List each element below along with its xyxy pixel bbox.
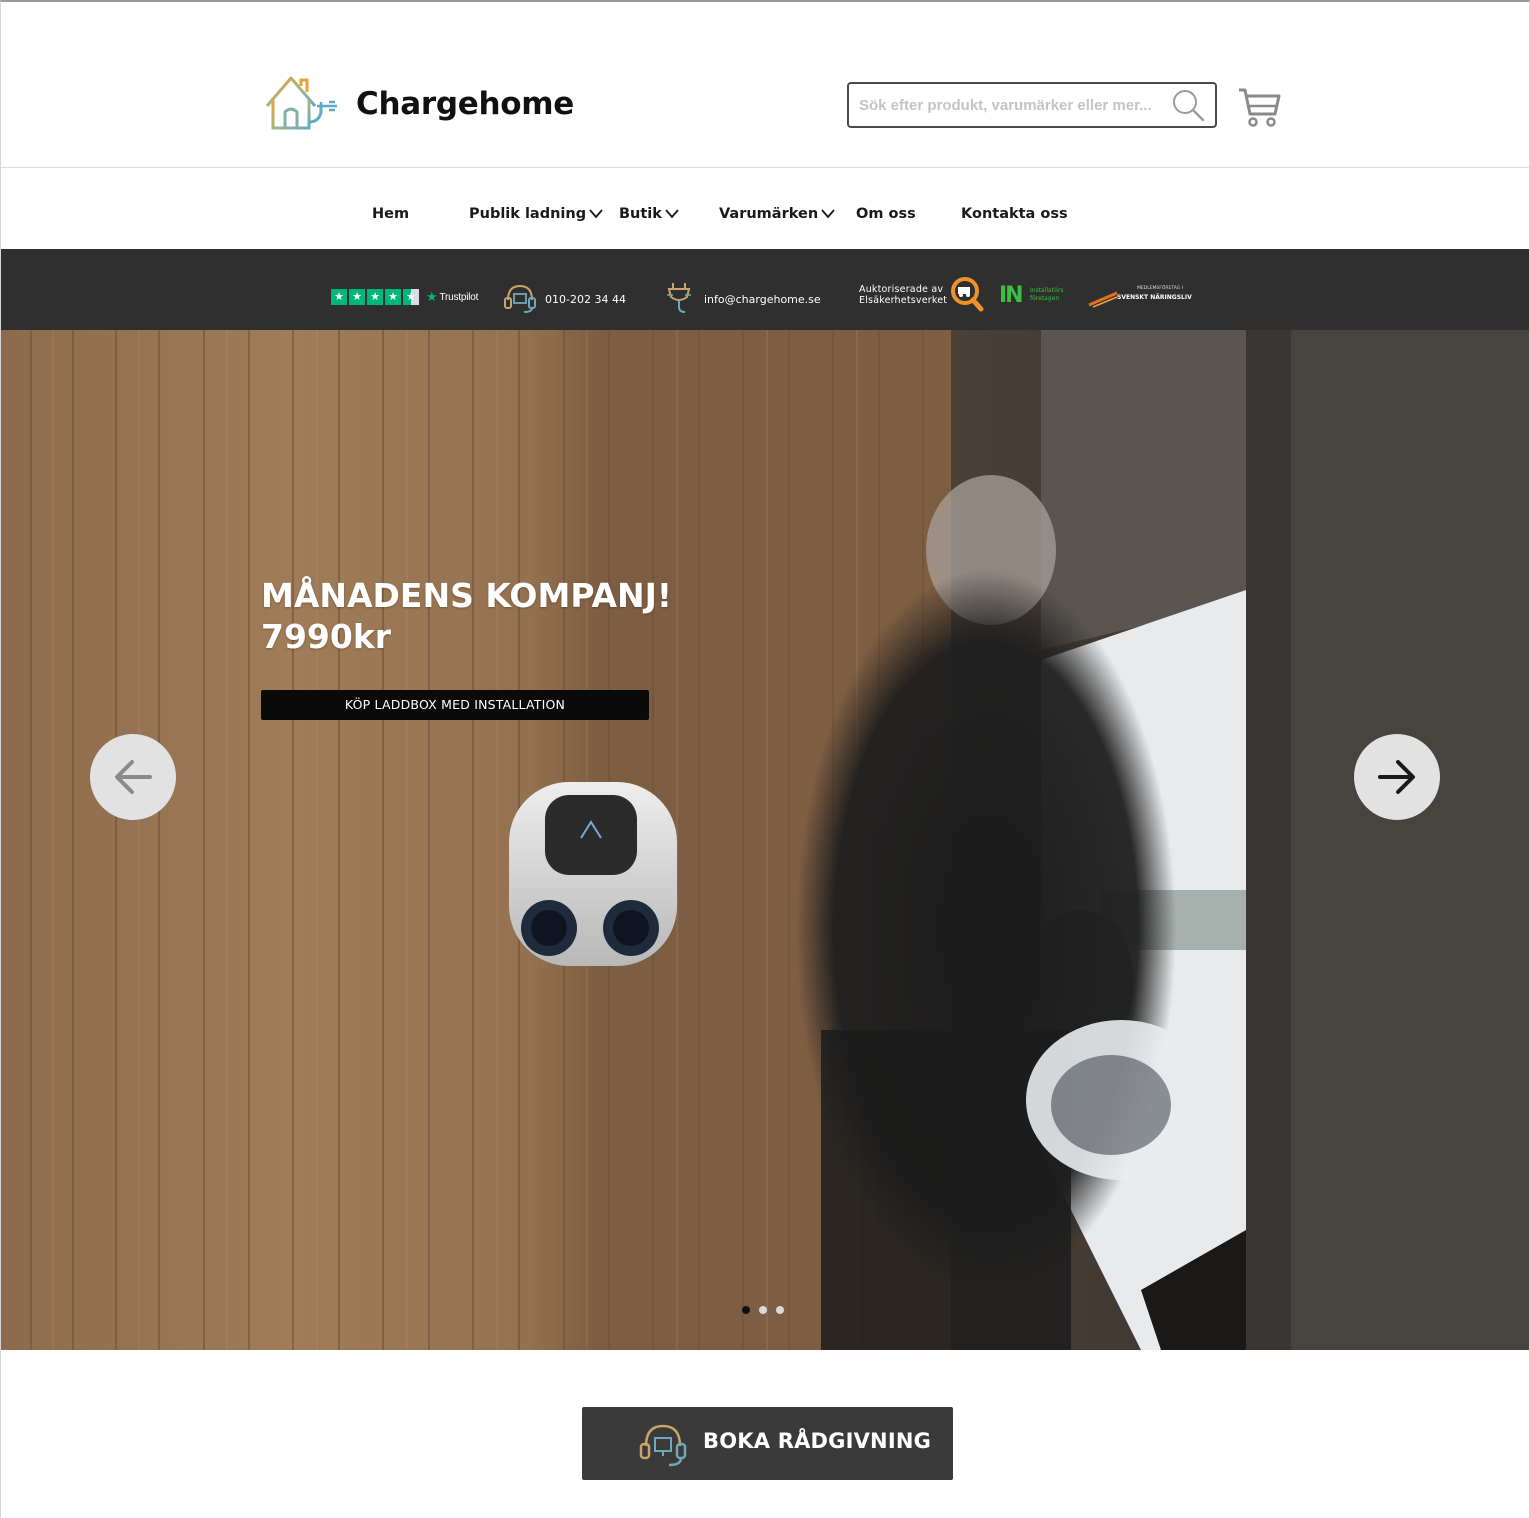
book-consultation-label: BOKA RÅDGIVNING <box>703 1429 932 1453</box>
plug-icon <box>667 283 691 313</box>
search-input[interactable] <box>859 92 1164 118</box>
nav-item-butik[interactable]: Butik <box>619 206 679 222</box>
carousel-next-button[interactable] <box>1354 734 1440 820</box>
authorized-line2: Elsäkerhetsverket <box>859 295 948 306</box>
buy-charger-installation-button[interactable]: KÖP LADDBOX MED INSTALLATION <box>261 690 649 720</box>
chevron-down-icon <box>589 209 603 219</box>
chevron-down-icon <box>665 209 679 219</box>
arrow-right-icon <box>1378 760 1415 794</box>
installatorsforetagen-text: Installatörs företagen <box>1030 287 1063 303</box>
headset-icon <box>504 284 536 313</box>
hero-title: MÅNADENS KOMPANJ! 7990kr <box>261 575 672 657</box>
chevron-down-icon <box>821 209 835 219</box>
nav-item-label: Kontakta oss <box>961 206 1068 222</box>
cart-icon[interactable] <box>1237 86 1281 128</box>
nav-item-publik-ladning[interactable]: Publik ladning <box>469 206 603 222</box>
star-icon: ★ <box>349 289 365 305</box>
phone-number[interactable]: 010-202 34 44 <box>545 293 626 306</box>
nav-item-om-oss[interactable]: Om oss <box>856 206 916 222</box>
hero-title-line2: 7990kr <box>261 617 392 656</box>
star-icon: ★ <box>367 289 383 305</box>
info-bar: ★ ★ ★ ★ ★ ★ Trustpilot 010-202 34 44 inf… <box>1 249 1529 330</box>
nav-item-hem[interactable]: Hem <box>372 206 409 222</box>
svenskt-naringsliv-swoosh-icon <box>1088 291 1118 308</box>
authorized-text: Auktoriserade av Elsäkerhetsverket <box>859 284 947 306</box>
svenskt-naringsliv-logo[interactable]: SVENSKT NÄRINGSLIV <box>1117 294 1192 301</box>
site-header: Chargehome <box>1 2 1529 168</box>
nav-item-label: Publik ladning <box>469 206 587 222</box>
half-star-icon: ★ <box>403 289 419 305</box>
search-icon[interactable] <box>1171 88 1205 122</box>
hero-carousel: MÅNADENS KOMPANJ! 7990kr KÖP LADDBOX MED… <box>1 330 1529 1350</box>
installatorsforetagen-logo[interactable]: IN <box>999 283 1024 308</box>
elsakerhetsverket-logo[interactable] <box>950 276 984 312</box>
nav-item-label: Hem <box>372 206 410 222</box>
search-box <box>847 82 1217 128</box>
house-plug-icon[interactable] <box>263 72 343 132</box>
carousel-dot-2[interactable] <box>759 1306 767 1314</box>
nav-item-label: Om oss <box>856 206 916 222</box>
hero-title-line1: MÅNADENS KOMPANJ! <box>261 576 672 615</box>
carousel-dot-1[interactable] <box>742 1306 750 1314</box>
brand-name[interactable]: Chargehome <box>356 86 574 122</box>
star-icon: ★ <box>331 289 347 305</box>
arrow-left-icon <box>115 760 152 794</box>
carousel-prev-button[interactable] <box>90 734 176 820</box>
nav-item-varumarken[interactable]: Varumärken <box>719 206 835 222</box>
book-consultation-button[interactable]: BOKA RÅDGIVNING <box>582 1407 953 1480</box>
carousel-dot-3[interactable] <box>776 1306 784 1314</box>
trustpilot-star-icon: ★ <box>426 289 438 304</box>
svenskt-naringsliv-small: MEDLEMSFÖRETAG I <box>1137 286 1184 291</box>
email-address[interactable]: info@chargehome.se <box>704 293 821 306</box>
star-icon: ★ <box>385 289 401 305</box>
trustpilot-rating[interactable]: ★ ★ ★ ★ ★ <box>331 289 419 305</box>
in-line1: Installatörs <box>1030 287 1064 294</box>
trustpilot-label: Trustpilot <box>439 291 479 303</box>
nav-item-label: Butik <box>619 206 662 222</box>
main-nav: Hem Publik ladning Butik Varumärken Om o… <box>1 169 1529 249</box>
headset-icon <box>639 1424 687 1467</box>
hero-image <box>1 330 1529 1350</box>
nav-item-label: Varumärken <box>719 206 819 222</box>
authorized-line1: Auktoriserade av <box>859 284 944 295</box>
page: Chargehome Hem Publik ladning Butik <box>0 0 1530 1518</box>
trustpilot-logo[interactable]: ★ Trustpilot <box>426 289 478 305</box>
carousel-dots <box>742 1306 784 1314</box>
nav-item-kontakta-oss[interactable]: Kontakta oss <box>961 206 1068 222</box>
in-line2: företagen <box>1030 295 1060 302</box>
